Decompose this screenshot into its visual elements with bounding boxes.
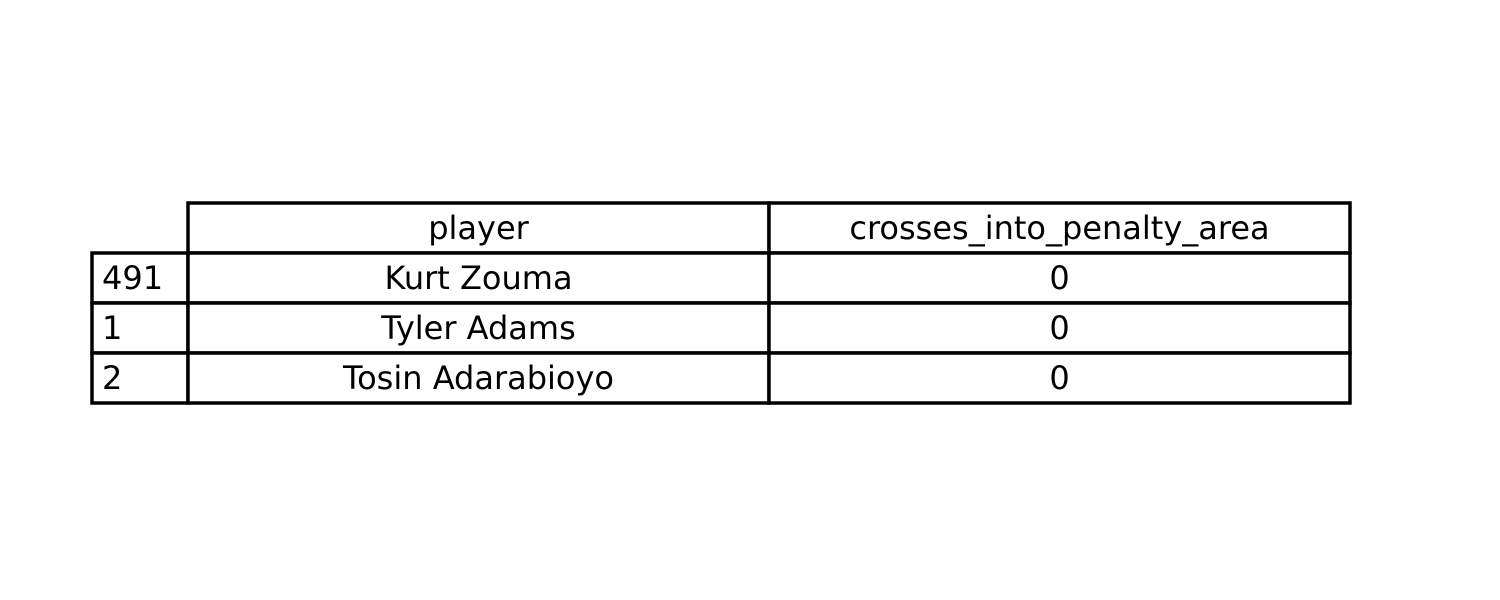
- row-index: 491: [102, 259, 163, 297]
- cell-value: Tyler Adams: [380, 309, 576, 347]
- cell-value: Kurt Zouma: [384, 259, 572, 297]
- cell-value: 0: [1049, 359, 1069, 397]
- cell-value: 0: [1049, 309, 1069, 347]
- row-index: 1: [102, 309, 122, 347]
- cell-value: Tosin Adarabioyo: [342, 359, 614, 397]
- column-header: player: [428, 209, 529, 247]
- row-index: 2: [102, 359, 122, 397]
- data-table: player crosses_into_penalty_area 491 Kurt Z…: [90, 201, 1352, 405]
- column-header: crosses_into_penalty_area: [849, 209, 1269, 247]
- cell-value: 0: [1049, 259, 1069, 297]
